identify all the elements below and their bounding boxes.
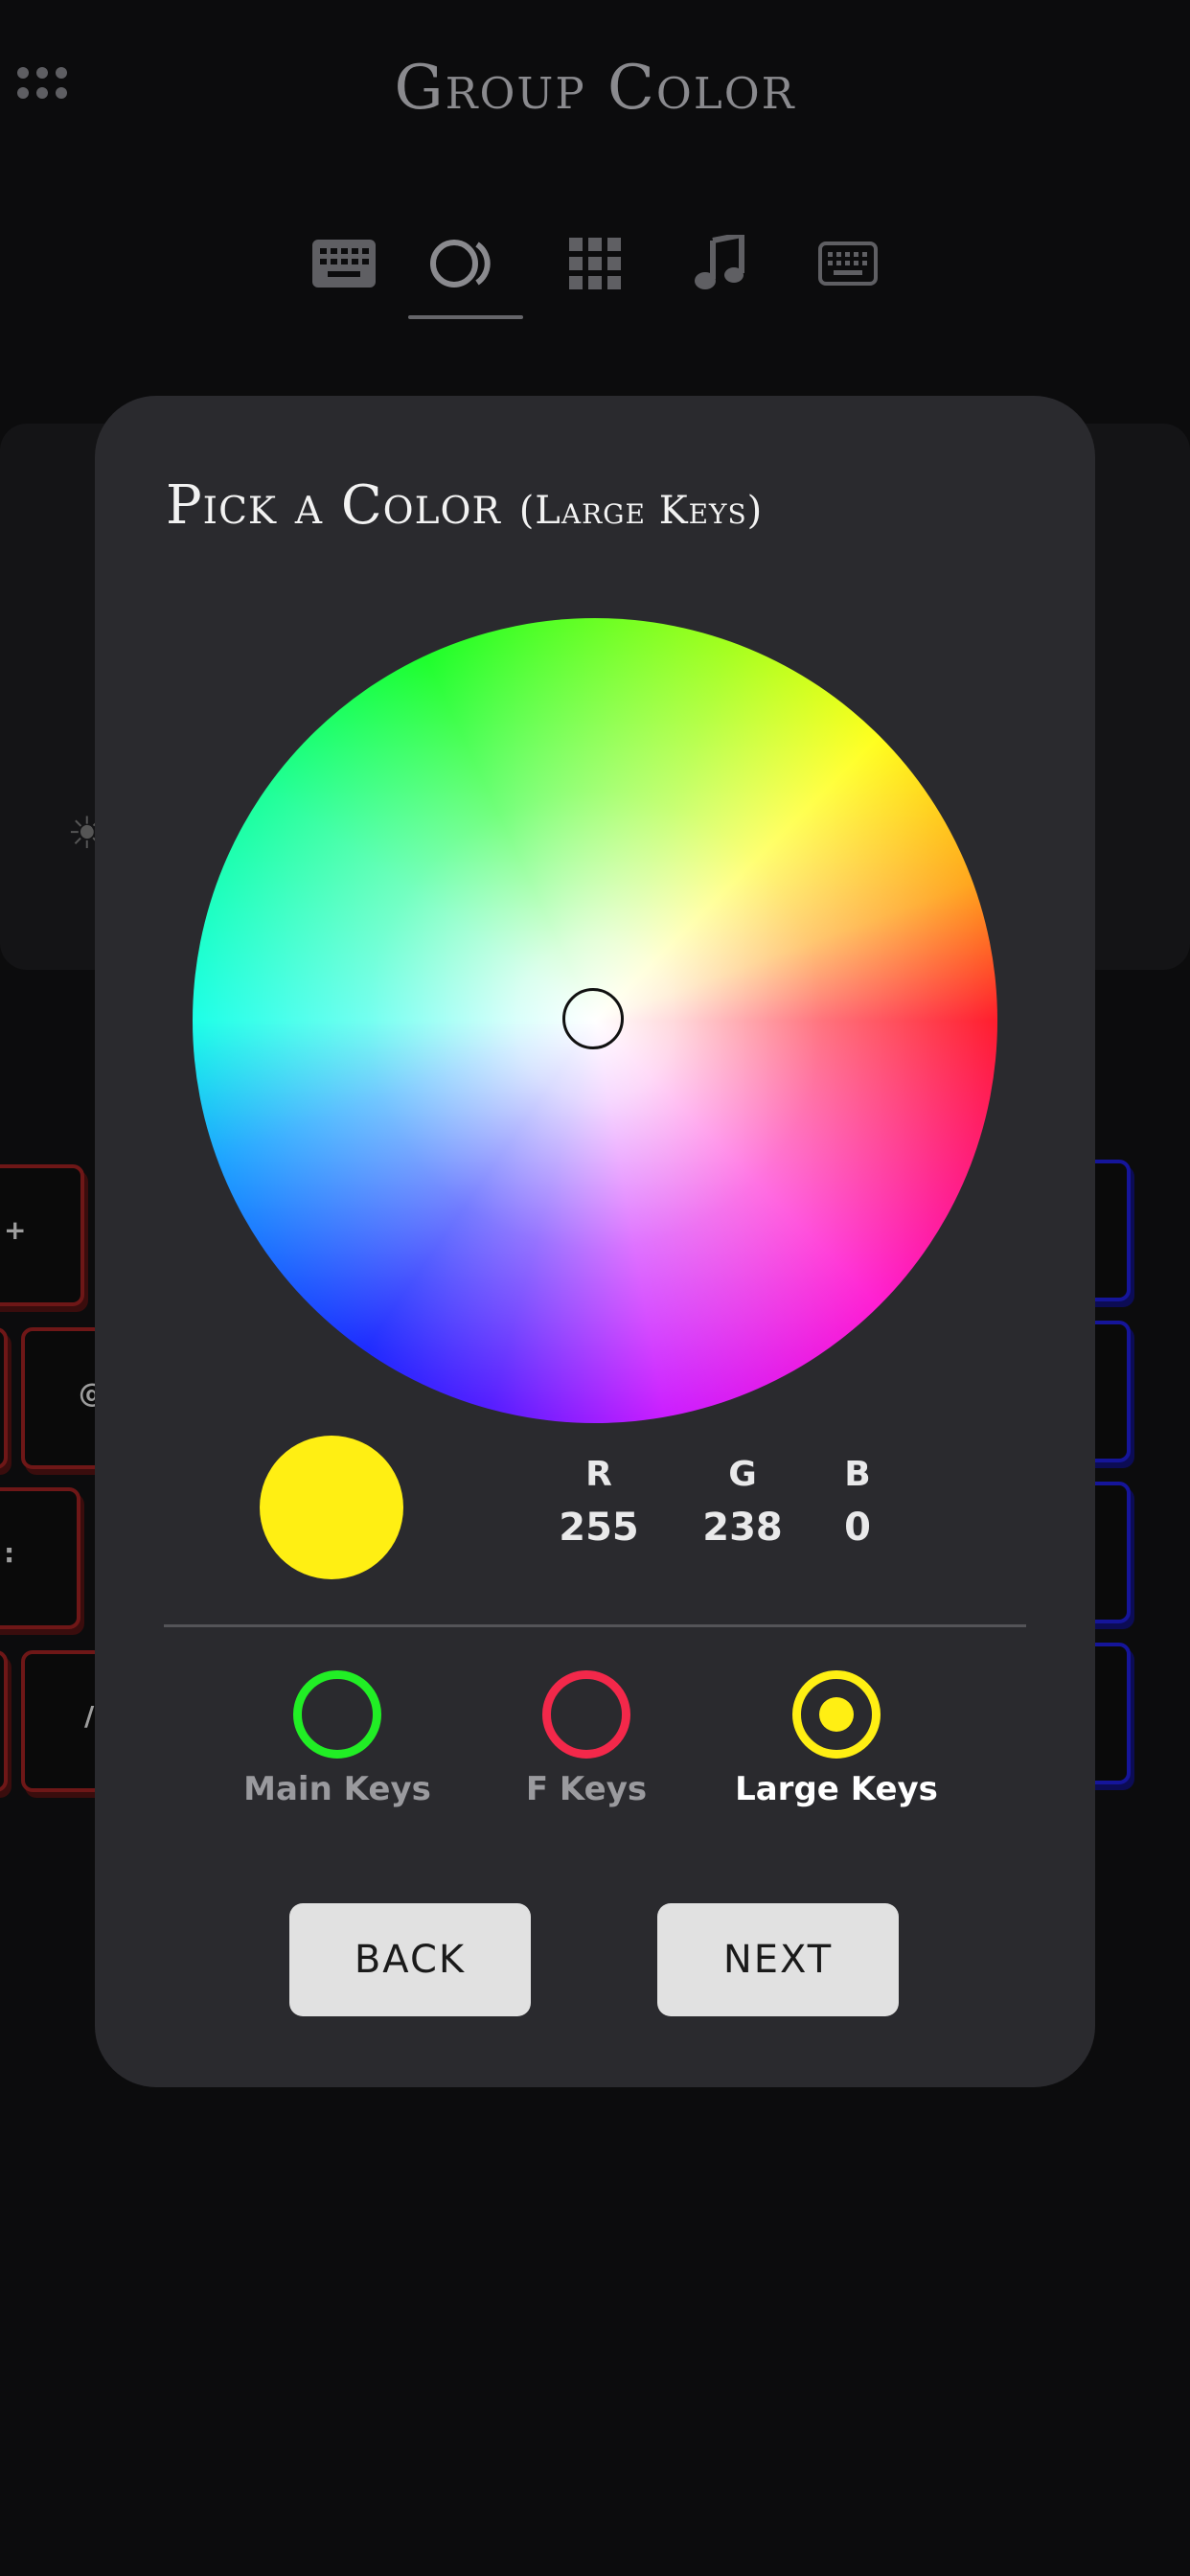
tab-bar [287, 225, 901, 321]
main-keys-radio[interactable] [293, 1670, 381, 1759]
blue-label: B [844, 1455, 871, 1494]
modal-title: Pick a Color (Large Keys) [166, 474, 763, 537]
f-keys-label: F Keys [525, 1770, 648, 1808]
tab-music[interactable] [676, 225, 763, 302]
tab-grid[interactable] [552, 225, 638, 302]
group-option-f-keys[interactable]: F Keys [491, 1670, 682, 1808]
keyboard-outline-icon [818, 242, 878, 286]
selected-dot [819, 1697, 854, 1732]
color-wheel[interactable] [193, 618, 997, 1423]
background-key [0, 1650, 8, 1792]
music-note-icon [695, 235, 744, 289]
modal-title-text: Pick a Color [166, 474, 501, 537]
app-header: Group Color [0, 0, 1190, 182]
group-option-main-keys[interactable]: Main Keys [237, 1670, 438, 1808]
red-label: R [585, 1455, 612, 1494]
back-button[interactable]: BACK [289, 1903, 531, 2016]
green-readout: G 238 [685, 1455, 800, 1550]
selected-color-swatch [260, 1436, 403, 1579]
key-label: + [4, 1214, 27, 1246]
key-label: / [84, 1700, 95, 1732]
divider [164, 1624, 1026, 1627]
grid-icon [569, 238, 621, 289]
blue-value: 0 [844, 1506, 871, 1550]
color-picker-modal: Pick a Color (Large Keys) R 255 G 238 B … [95, 396, 1095, 2087]
color-wheel-handle[interactable] [562, 988, 624, 1049]
active-tab-indicator [408, 315, 523, 319]
key-label: : [4, 1537, 15, 1569]
background-key: : [0, 1487, 80, 1629]
color-rings-icon [430, 240, 491, 288]
background-key: / [21, 1650, 105, 1792]
background-key: @ [21, 1327, 105, 1469]
large-keys-label: Large Keys [735, 1770, 938, 1808]
blue-readout: B 0 [800, 1455, 915, 1550]
background-key: + [0, 1164, 84, 1306]
modal-subtitle: (Large Keys) [518, 489, 764, 533]
green-value: 238 [702, 1506, 783, 1550]
red-value: 255 [559, 1506, 639, 1550]
tab-keyboard-filled[interactable] [301, 225, 387, 302]
green-label: G [728, 1455, 757, 1494]
next-button[interactable]: NEXT [657, 1903, 899, 2016]
page-title: Group Color [394, 53, 796, 124]
tab-keyboard-outline[interactable] [805, 225, 891, 302]
f-keys-radio[interactable] [542, 1670, 630, 1759]
group-option-large-keys[interactable]: Large Keys [731, 1670, 942, 1808]
main-keys-label: Main Keys [243, 1770, 431, 1808]
red-readout: R 255 [541, 1455, 656, 1550]
large-keys-radio[interactable] [792, 1670, 881, 1759]
keyboard-filled-icon [312, 240, 376, 288]
background-key [0, 1327, 8, 1469]
tab-color-rings[interactable] [422, 225, 508, 302]
